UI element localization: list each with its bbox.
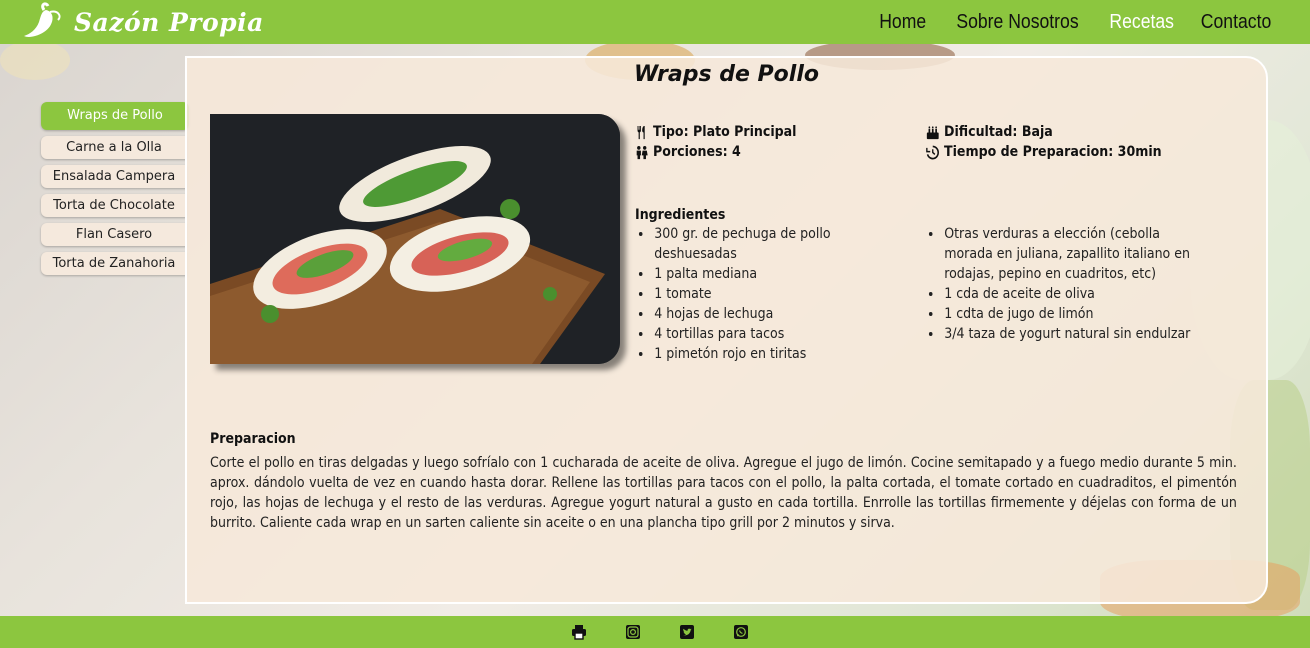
list-item: Otras verduras a elección (cebolla morad… bbox=[942, 224, 1211, 284]
history-clock-icon bbox=[926, 145, 939, 159]
list-item: 1 cda de aceite de oliva bbox=[942, 284, 1211, 304]
sidebar-item-wraps-de-pollo[interactable]: Wraps de Pollo bbox=[41, 102, 189, 130]
list-item: 300 gr. de pechuga de pollo deshuesadas bbox=[652, 224, 876, 264]
instagram-link[interactable] bbox=[625, 624, 641, 640]
recipe-prep-time: Tiempo de Preparacion: 30min bbox=[926, 142, 1162, 162]
print-icon bbox=[572, 625, 586, 640]
brand-name: Sazón Propia bbox=[74, 7, 264, 37]
whatsapp-icon bbox=[734, 625, 748, 639]
recipe-photo bbox=[210, 114, 620, 364]
preparation-heading: Preparacion bbox=[210, 431, 296, 447]
nav-contacto[interactable]: Contacto bbox=[1201, 11, 1271, 34]
list-item: 1 pimetón rojo en tiritas bbox=[652, 344, 876, 364]
list-item: 1 palta mediana bbox=[652, 264, 876, 284]
recipe-title: Wraps de Pollo bbox=[634, 62, 819, 87]
sidebar-item-torta-de-chocolate[interactable]: Torta de Chocolate bbox=[41, 194, 187, 217]
sidebar-item-torta-de-zanahoria[interactable]: Torta de Zanahoria bbox=[41, 252, 187, 275]
ingredients-list-2: Otras verduras a elección (cebolla morad… bbox=[928, 224, 1212, 344]
twitter-icon bbox=[680, 625, 694, 639]
recipe-type: Tipo: Plato Principal bbox=[635, 122, 797, 142]
ingredients-heading: Ingredientes bbox=[635, 207, 726, 223]
brand-logo[interactable]: Sazón Propia bbox=[22, 2, 264, 42]
twitter-link[interactable] bbox=[679, 624, 695, 640]
top-navbar: Sazón Propia Home Sobre Nosotros Recetas… bbox=[0, 0, 1310, 44]
list-item: 3/4 taza de yogurt natural sin endulzar bbox=[942, 324, 1211, 344]
main-nav: Home Sobre Nosotros Recetas Contacto bbox=[876, 11, 1276, 34]
nav-home[interactable]: Home bbox=[879, 11, 926, 34]
whatsapp-link[interactable] bbox=[733, 624, 749, 640]
background-lemon bbox=[0, 40, 70, 80]
sidebar-item-carne-a-la-olla[interactable]: Carne a la Olla bbox=[41, 136, 187, 159]
list-item: 1 tomate bbox=[652, 284, 876, 304]
ingredients-list-1: 300 gr. de pechuga de pollo deshuesadas … bbox=[638, 224, 877, 364]
nav-sobre-nosotros[interactable]: Sobre Nosotros bbox=[956, 11, 1078, 34]
list-item: 1 cdta de jugo de limón bbox=[942, 304, 1211, 324]
instagram-icon bbox=[626, 625, 640, 639]
recipe-meta-left: Tipo: Plato Principal Porciones: 4 bbox=[635, 122, 797, 162]
cake-icon bbox=[926, 125, 939, 139]
list-item: 4 hojas de lechuga bbox=[652, 304, 876, 324]
chili-pepper-icon bbox=[24, 2, 61, 37]
footer-bar bbox=[0, 616, 1310, 648]
recipe-meta-right: Dificultad: Baja Tiempo de Preparacion: … bbox=[926, 122, 1162, 162]
list-item: 4 tortillas para tacos bbox=[652, 324, 876, 344]
recipe-card: Wraps de Pollo Tipo: Plato Principal Por bbox=[185, 56, 1268, 604]
recipe-sidebar: Wraps de Pollo Carne a la Olla Ensalada … bbox=[41, 102, 189, 281]
recipe-servings: Porciones: 4 bbox=[635, 142, 797, 162]
preparation-text: Corte el pollo en tiras delgadas y luego… bbox=[210, 455, 1237, 531]
recipe-difficulty: Dificultad: Baja bbox=[926, 122, 1162, 142]
wraps-image bbox=[210, 114, 620, 364]
sidebar-item-flan-casero[interactable]: Flan Casero bbox=[41, 223, 187, 246]
nav-recetas[interactable]: Recetas bbox=[1109, 11, 1174, 34]
utensils-icon bbox=[637, 125, 645, 139]
sidebar-item-ensalada-campera[interactable]: Ensalada Campera bbox=[41, 165, 187, 188]
people-icon bbox=[636, 145, 648, 159]
print-button[interactable] bbox=[571, 624, 587, 640]
